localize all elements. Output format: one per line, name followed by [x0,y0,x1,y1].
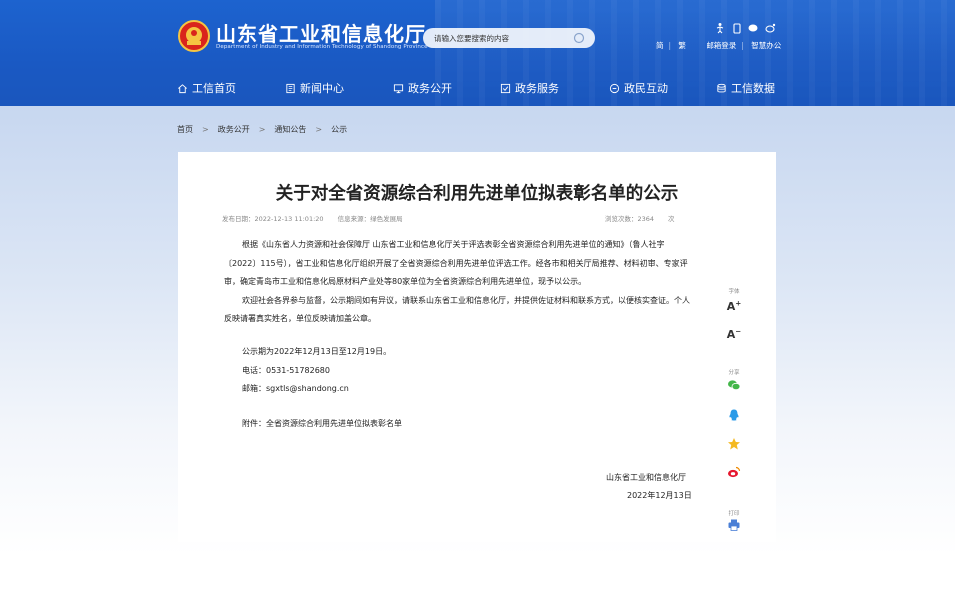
contact-phone: 电话：0531-51782680 [242,366,330,375]
search-input[interactable]: 请输入您要搜索的内容 [434,33,509,44]
weibo-icon[interactable] [765,23,776,33]
breadcrumb: 首页 > 政务公开 > 通知公告 > 公示 [177,125,348,134]
breadcrumb-home[interactable]: 首页 [177,125,193,134]
traditional-link[interactable]: 繁 [678,41,686,50]
news-icon [286,83,295,93]
breadcrumb-current[interactable]: 公示 [331,125,347,134]
contact-email: 邮箱：sgxtls@shandong.cn [242,384,349,393]
paragraph-1: 根据《山东省人力资源和社会保障厅 山东省工业和信息化厅关于评选表彰全省资源综合利… [224,240,688,286]
nav-item-government-services[interactable]: 政务服务 [500,80,559,96]
printer-icon [728,519,740,531]
national-emblem-icon[interactable] [178,20,210,52]
mobile-icon[interactable] [733,23,741,34]
search-icon[interactable] [573,32,585,44]
main-nav: 工信首页 新闻中心 政务公开 政务服务 政民互动 工信数据 [0,76,955,100]
print-label: 打印 [728,511,740,517]
article-meta: 发布日期：2022-12-13 11:01:20 信息来源：绿色发展局 [222,213,415,223]
nav-item-interaction[interactable]: 政民互动 [609,80,668,96]
article-card: 关于对全省资源综合利用先进单位拟表彰名单的公示 发布日期：2022-12-13 … [178,152,776,542]
search-box[interactable]: 请输入您要搜索的内容 [423,28,595,48]
smart-office-link[interactable]: 智慧办公 [751,41,781,50]
share-qq-button[interactable] [725,408,743,422]
attachment-link[interactable]: 附件：全省资源综合利用先进单位拟表彰名单 [242,418,402,429]
chat-icon[interactable] [748,24,758,32]
qq-icon [729,409,739,421]
nav-item-news[interactable]: 新闻中心 [285,80,344,96]
nav-item-government-affairs[interactable]: 政务公开 [393,80,452,96]
breadcrumb-government-affairs[interactable]: 政务公开 [218,125,250,134]
publicity-period: 公示期为2022年12月13日至12月19日。 [242,347,392,356]
interaction-icon [609,83,620,93]
star-icon [728,438,740,450]
accessibility-icon[interactable] [716,23,724,34]
home-icon [178,83,187,93]
toolbar-links: 简 | 繁 邮箱登录 | 智慧办公 [656,41,782,50]
share-qzone-button[interactable] [725,437,743,451]
info-source: 信息来源：绿色发展局 [337,215,403,223]
mail-login-link[interactable]: 邮箱登录 [706,41,736,50]
database-icon [717,83,726,92]
article-title: 关于对全省资源综合利用先进单位拟表彰名单的公示 [275,184,679,204]
share-wechat-button[interactable] [725,378,743,392]
font-decrease-button[interactable]: A− [725,323,743,342]
print-button[interactable] [725,518,743,532]
paragraph-2: 欢迎社会各界参与监督，公示期间如有异议，请联系山东省工业和信息化厅，并提供佐证材… [224,295,690,324]
toolbar-icons [716,23,776,34]
publish-date: 发布日期：2022-12-13 11:01:20 [222,215,324,223]
wechat-icon [728,380,741,391]
service-icon [500,83,511,93]
share-label: 分享 [728,370,740,376]
site-subtitle: Department of Industry and Information T… [216,44,428,50]
font-increase-button[interactable]: A+ [725,295,743,314]
share-weibo-button[interactable] [725,465,743,479]
weibo-icon [728,466,741,478]
signature-org: 山东省工业和信息化厅 [606,473,686,482]
site-header: 山东省工业和信息化厅 Department of Industry and In… [0,0,955,106]
view-count: 浏览次数：2364 次 [605,215,675,223]
monitor-icon [393,83,404,93]
article-body: 根据《山东省人力资源和社会保障厅 山东省工业和信息化厅关于评选表彰全省资源综合利… [224,236,694,329]
simplified-link[interactable]: 简 [656,41,664,50]
nav-item-home[interactable]: 工信首页 [177,80,236,96]
signature-date: 2022年12月13日 [627,491,692,500]
site-title[interactable]: 山东省工业和信息化厅 [216,18,426,47]
breadcrumb-notices[interactable]: 通知公告 [274,125,306,134]
nav-item-data[interactable]: 工信数据 [716,80,775,96]
